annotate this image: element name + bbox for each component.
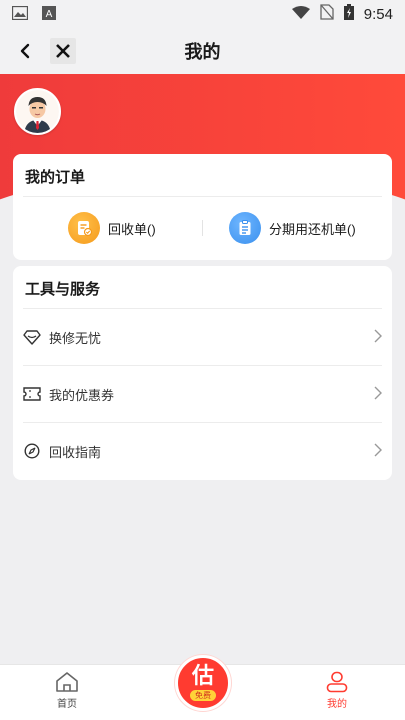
tool-row-guide[interactable]: 回收指南 (13, 423, 392, 479)
orders-card: 我的订单 回收单() 分期用还机单() (13, 154, 392, 260)
page-title: 我的 (184, 42, 221, 62)
tool-row-repair[interactable]: 换修无忧 (13, 309, 392, 365)
nav-mine-label: 我的 (327, 699, 347, 710)
status-bar: A 9:54 (0, 0, 405, 28)
tool-label: 换修无忧 (49, 330, 102, 346)
wifi-icon (291, 5, 310, 24)
free-badge: 免费 (190, 689, 216, 701)
svg-text:A: A (46, 9, 53, 20)
tool-label: 回收指南 (49, 444, 102, 460)
tool-label: 我的优惠券 (49, 387, 115, 403)
user-icon (326, 671, 348, 693)
tool-row-coupons[interactable]: 我的优惠券 (13, 366, 392, 422)
tools-card: 工具与服务 换修无忧 我的优惠券 回收指南 (13, 266, 392, 480)
estimate-button[interactable]: 估 免费 (175, 655, 231, 711)
clipboard-icon (229, 212, 261, 244)
avatar[interactable] (14, 88, 61, 135)
order-label: 回收单() (108, 221, 156, 237)
avatar-icon (16, 90, 59, 133)
chevron-right-icon (374, 328, 382, 347)
title-bar: 我的 (0, 28, 405, 74)
text-a-icon: A (42, 5, 56, 24)
order-label: 分期用还机单() (269, 221, 356, 237)
ticket-icon (23, 385, 41, 403)
battery-icon (343, 4, 354, 24)
divider (23, 196, 382, 197)
home-icon (56, 672, 78, 692)
nav-home[interactable]: 首页 (37, 671, 97, 710)
installment-order-entry[interactable]: 分期用还机单() (229, 212, 356, 244)
nav-home-label: 首页 (57, 699, 77, 710)
status-time: 9:54 (363, 5, 393, 23)
diamond-icon (23, 328, 41, 346)
tools-title: 工具与服务 (25, 281, 101, 298)
recycle-order-entry[interactable]: 回收单() (68, 212, 156, 244)
estimate-char: 估 (191, 663, 214, 689)
chevron-right-icon (374, 442, 382, 461)
no-sim-icon (320, 4, 334, 24)
image-icon (11, 5, 29, 24)
recycle-order-icon (68, 212, 100, 244)
orders-title: 我的订单 (25, 169, 86, 186)
compass-icon (23, 442, 41, 460)
nav-mine[interactable]: 我的 (307, 671, 367, 710)
vertical-divider (202, 220, 203, 236)
chevron-right-icon (374, 385, 382, 404)
